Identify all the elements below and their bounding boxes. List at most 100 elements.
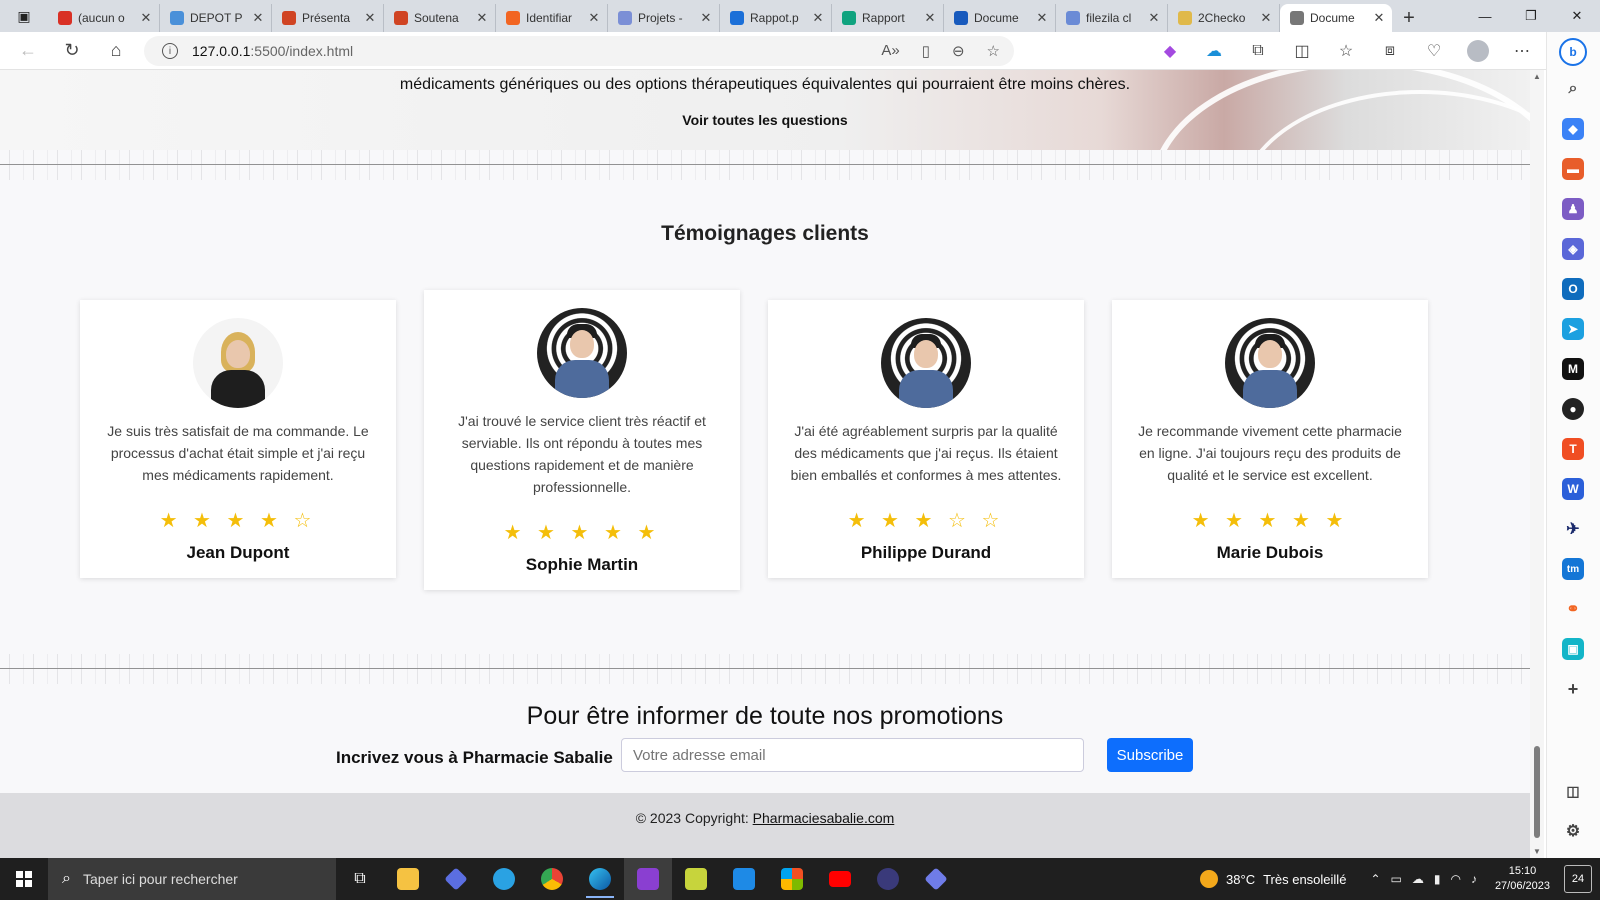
refresh-icon[interactable]: ↻ (50, 34, 94, 68)
tm-app-icon[interactable]: tm (1562, 558, 1584, 580)
hide-sidebar-icon[interactable]: ◫ (1562, 780, 1584, 802)
extension-cloud-icon[interactable]: ☁ (1192, 32, 1236, 70)
vscode-icon[interactable] (720, 858, 768, 900)
clock[interactable]: 15:10 27/06/2023 (1495, 864, 1550, 894)
link-app-icon[interactable]: ⚭ (1562, 598, 1584, 620)
file-explorer-icon[interactable] (384, 858, 432, 900)
close-tab-icon[interactable]: ✕ (923, 10, 937, 26)
shopping-tag-icon[interactable]: ◆ (1562, 118, 1584, 140)
close-tab-icon[interactable]: ✕ (251, 10, 265, 26)
minimize-icon[interactable]: — (1462, 0, 1508, 32)
address-bar[interactable]: i 127.0.0.1:5500/index.html A» ▯ ⊖ ☆ (144, 36, 1014, 66)
profile-icon[interactable] (1456, 32, 1500, 70)
page-scrollbar[interactable]: ▲ ▼ (1530, 70, 1544, 858)
extensions-icon[interactable]: ⧉ (1236, 32, 1280, 70)
add-sidebar-app-icon[interactable]: + (1562, 678, 1584, 700)
close-tab-icon[interactable]: ✕ (139, 10, 153, 26)
close-tab-icon[interactable]: ✕ (1035, 10, 1049, 26)
chrome-icon[interactable] (528, 858, 576, 900)
browser-tab[interactable]: 2Checko ✕ (1168, 4, 1280, 32)
subscribe-button[interactable]: Subscribe (1107, 738, 1193, 772)
browser-tab[interactable]: Soutena ✕ (384, 4, 496, 32)
search-icon[interactable]: ⌕ (1562, 78, 1584, 100)
performance-icon[interactable]: ♡ (1412, 32, 1456, 70)
favorite-star-icon[interactable]: ☆ (987, 42, 1000, 60)
power-automate-icon[interactable] (432, 858, 480, 900)
back-icon[interactable]: ← (6, 34, 50, 68)
split-screen-icon[interactable]: ◫ (1280, 32, 1324, 70)
snipping-icon[interactable] (672, 858, 720, 900)
github-icon[interactable]: ● (1562, 398, 1584, 420)
browser-tab[interactable]: Rapport ✕ (832, 4, 944, 32)
eclipse-icon[interactable] (864, 858, 912, 900)
word-icon (954, 11, 968, 25)
weather-widget[interactable]: 38°C Très ensoleillé (1200, 870, 1346, 888)
bing-chat-icon[interactable]: b (1559, 38, 1587, 66)
collections-icon[interactable]: ⧈ (1368, 32, 1412, 70)
immersive-reader-icon[interactable]: ▯ (922, 42, 930, 60)
task-view-icon[interactable]: ⧉ (336, 858, 384, 900)
wifi-icon[interactable]: ◠ (1450, 872, 1460, 886)
close-tab-icon[interactable]: ✕ (811, 10, 825, 26)
close-tab-icon[interactable]: ✕ (699, 10, 713, 26)
store-icon[interactable] (768, 858, 816, 900)
windows-logo-icon (16, 871, 32, 887)
favorites-icon[interactable]: ☆ (1324, 32, 1368, 70)
notifications-button[interactable]: 24 (1564, 865, 1592, 893)
sidebar-settings-icon[interactable]: ⚙ (1562, 820, 1584, 842)
tools-icon[interactable]: ▬ (1562, 158, 1584, 180)
see-all-questions-link[interactable]: Voir toutes les questions (0, 112, 1530, 128)
games-icon[interactable]: ♟ (1562, 198, 1584, 220)
close-tab-icon[interactable]: ✕ (587, 10, 601, 26)
start-button[interactable] (0, 858, 48, 900)
close-tab-icon[interactable]: ✕ (1259, 10, 1273, 26)
send-icon[interactable]: ➤ (1562, 318, 1584, 340)
zoom-out-icon[interactable]: ⊖ (952, 42, 965, 60)
browser-tab[interactable]: DEPOT P ✕ (160, 4, 272, 32)
new-tab-button[interactable]: + (1392, 4, 1426, 32)
close-tab-icon[interactable]: ✕ (1147, 10, 1161, 26)
browser-tab[interactable]: Identifiar ✕ (496, 4, 608, 32)
w-app-icon[interactable]: W (1562, 478, 1584, 500)
read-aloud-icon[interactable]: A» (881, 42, 899, 60)
close-tab-icon[interactable]: ✕ (475, 10, 489, 26)
teams-icon[interactable] (480, 858, 528, 900)
scroll-up-icon[interactable]: ▲ (1533, 72, 1541, 81)
power-apps-icon[interactable] (912, 858, 960, 900)
extension-copilot-icon[interactable]: ◆ (1148, 32, 1192, 70)
show-hidden-icons-icon[interactable]: ⌃ (1370, 872, 1380, 886)
footer-site-link[interactable]: Pharmaciesabalie.com (753, 810, 895, 826)
meet-now-icon[interactable]: ▭ (1391, 872, 1402, 886)
email-input[interactable] (621, 738, 1084, 772)
home-icon[interactable]: ⌂ (94, 34, 138, 68)
browser-tab[interactable]: Docume ✕ (1280, 4, 1392, 32)
microsoft365-icon[interactable]: ◈ (1562, 238, 1584, 260)
youtube-icon[interactable] (816, 858, 864, 900)
close-window-icon[interactable]: ✕ (1554, 0, 1600, 32)
more-menu-icon[interactable]: ⋯ (1500, 32, 1544, 70)
onedrive-icon[interactable]: ☁ (1412, 872, 1424, 886)
scroll-down-icon[interactable]: ▼ (1533, 847, 1541, 856)
medium-icon[interactable]: M (1562, 358, 1584, 380)
site-info-icon[interactable]: i (162, 43, 178, 59)
browser-tab[interactable]: Présenta ✕ (272, 4, 384, 32)
volume-icon[interactable]: ♪ (1471, 872, 1477, 886)
close-tab-icon[interactable]: ✕ (363, 10, 377, 26)
browser-tab[interactable]: Rappot.p ✕ (720, 4, 832, 32)
square-app-icon[interactable]: ▣ (1562, 638, 1584, 660)
restore-icon[interactable]: ❐ (1508, 0, 1554, 32)
scrollbar-thumb[interactable] (1534, 746, 1540, 838)
edge-icon[interactable] (576, 858, 624, 900)
taskbar-search[interactable]: ⌕ Taper ici pour rechercher (48, 858, 336, 900)
close-tab-icon[interactable]: ✕ (1372, 10, 1386, 26)
browser-tab[interactable]: filezila cl ✕ (1056, 4, 1168, 32)
battery-icon[interactable]: ▮ (1434, 872, 1441, 886)
bird-app-icon[interactable]: ✈ (1562, 518, 1584, 540)
outlook-icon[interactable]: O (1562, 278, 1584, 300)
t-app-icon[interactable]: T (1562, 438, 1584, 460)
browser-tab[interactable]: Projets - ✕ (608, 4, 720, 32)
onenote-icon[interactable] (624, 858, 672, 900)
tab-actions-icon[interactable]: ▣ (0, 0, 48, 32)
browser-tab[interactable]: Docume ✕ (944, 4, 1056, 32)
browser-tab[interactable]: (aucun o ✕ (48, 4, 160, 32)
